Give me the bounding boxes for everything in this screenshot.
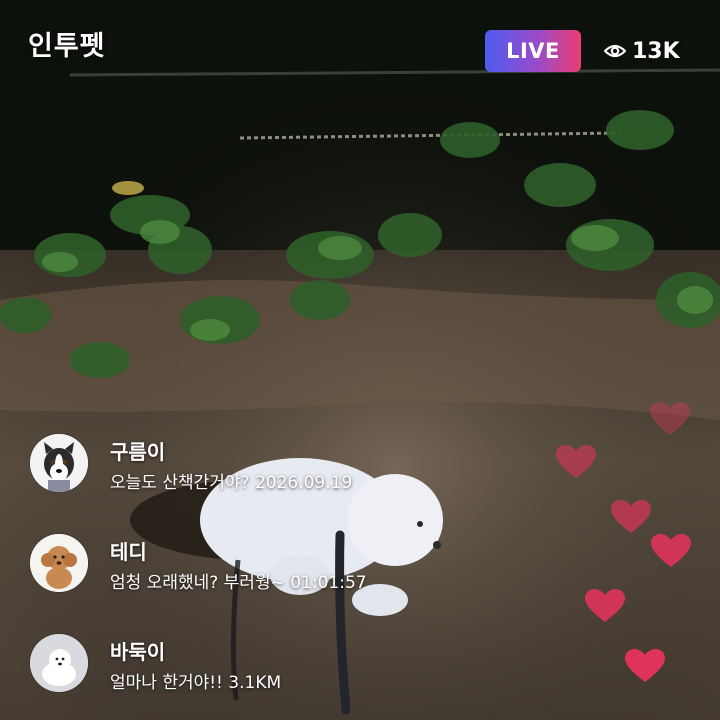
chat-message[interactable]: 구름이 오늘도 산책간거야? 2026.09.19 (30, 430, 490, 493)
chat-username: 바둑이 (110, 640, 166, 664)
live-badge: LIVE (485, 30, 581, 72)
chat-username: 테디 (110, 540, 147, 564)
app-title: 인투펫 (28, 31, 106, 62)
chat-text: 오늘도 산책간거야? 2026.09.19 (110, 473, 353, 493)
chat-message[interactable]: 바둑이 얼마나 한거야!! 3.1KM (30, 630, 490, 693)
eye-icon (604, 43, 626, 59)
chat-text: 얼마나 한거야!! 3.1KM (110, 673, 282, 693)
chat-text: 엄청 오래했네? 부러웡~ 01:01:57 (110, 573, 367, 593)
live-video-background (0, 0, 720, 720)
dog-avatar-husky (30, 434, 88, 492)
dog-avatar-white (30, 634, 88, 692)
top-bar: 인투펫 LIVE 13K (0, 0, 720, 100)
dog-avatar-poodle (30, 534, 88, 592)
viewer-count-value: 13K (632, 38, 680, 64)
chat-message[interactable]: 테디 엄청 오래했네? 부러웡~ 01:01:57 (30, 530, 490, 593)
viewer-count: 13K (604, 36, 680, 66)
chat-username: 구름이 (110, 440, 166, 464)
avatar[interactable] (30, 434, 88, 492)
avatar[interactable] (30, 534, 88, 592)
avatar[interactable] (30, 634, 88, 692)
